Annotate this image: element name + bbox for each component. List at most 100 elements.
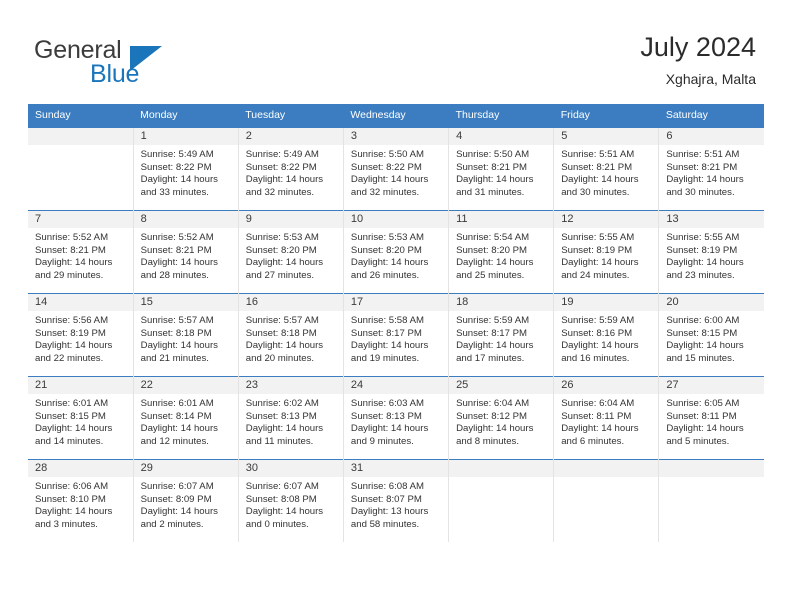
sunset-text: Sunset: 8:18 PM	[140, 327, 212, 339]
calendar-day-cell[interactable]: 25 Sunrise: 6:04 AM Sunset: 8:12 PM Dayligh…	[448, 376, 554, 460]
day-cell-inner: 24 Sunrise: 6:03 AM Sunset: 8:13 PM Dayligh…	[343, 377, 449, 459]
daylight-text-line1: Daylight: 14 hours	[140, 257, 218, 269]
day-number: 31	[343, 460, 449, 477]
day-cell-inner: 6 Sunrise: 5:51 AM Sunset: 8:21 PM Daylight…	[659, 128, 764, 210]
sunset-text: Sunset: 8:09 PM	[140, 493, 212, 505]
daylight-text-line1: Daylight: 14 hours	[245, 174, 324, 186]
calendar-day-cell[interactable]: 17 Sunrise: 5:58 AM Sunset: 8:17 PM Dayligh…	[342, 293, 449, 377]
calendar-day-cell[interactable]: 16 Sunrise: 5:57 AM Sunset: 8:18 PM Dayligh…	[237, 293, 344, 377]
sunrise-text: Sunrise: 5:52 AM	[140, 232, 214, 243]
weekday-header-saturday: Saturday	[658, 104, 764, 128]
day-details: Sunrise: 6:06 AM Sunset: 8:10 PM Daylight:…	[28, 477, 133, 531]
daylight-text-line2: and 24 minutes.	[561, 269, 630, 281]
day-cell-inner	[449, 460, 554, 542]
sunset-text: Sunset: 8:11 PM	[561, 410, 632, 422]
day-details: Sunrise: 5:49 AM Sunset: 8:22 PM Daylight:…	[134, 145, 238, 199]
calendar-day-cell[interactable]: 14 Sunrise: 5:56 AM Sunset: 8:19 PM Dayligh…	[28, 293, 134, 377]
daylight-text-line1: Daylight: 14 hours	[35, 340, 113, 352]
calendar-day-cell[interactable]: 27 Sunrise: 6:05 AM Sunset: 8:11 PM Dayligh…	[658, 376, 764, 460]
day-cell-inner: 1 Sunrise: 5:49 AM Sunset: 8:22 PM Daylight…	[133, 128, 238, 210]
calendar-day-cell[interactable]: 30 Sunrise: 6:07 AM Sunset: 8:08 PM Dayligh…	[237, 459, 344, 542]
calendar-day-cell[interactable]: 19 Sunrise: 5:59 AM Sunset: 8:16 PM Dayligh…	[553, 293, 659, 377]
day-number: 3	[343, 128, 449, 145]
day-cell-inner: 16 Sunrise: 5:57 AM Sunset: 8:18 PM Dayligh…	[238, 294, 343, 376]
calendar-day-cell[interactable]: 15 Sunrise: 5:57 AM Sunset: 8:18 PM Dayligh…	[132, 293, 239, 377]
calendar-day-cell[interactable]: 26 Sunrise: 6:04 AM Sunset: 8:11 PM Dayligh…	[553, 376, 659, 460]
day-number: 11	[449, 211, 554, 228]
calendar-day-cell[interactable]: 20 Sunrise: 6:00 AM Sunset: 8:15 PM Dayligh…	[658, 293, 764, 377]
calendar-day-cell[interactable]: 3 Sunrise: 5:50 AM Sunset: 8:22 PM Daylight…	[342, 127, 449, 211]
daylight-text-line2: and 3 minutes.	[35, 518, 98, 530]
day-number: 4	[449, 128, 554, 145]
calendar-day-cell[interactable]: 1 Sunrise: 5:49 AM Sunset: 8:22 PM Daylight…	[132, 127, 239, 211]
day-details: Sunrise: 5:52 AM Sunset: 8:21 PM Daylight:…	[28, 228, 133, 282]
calendar-day-cell[interactable]: 31 Sunrise: 6:08 AM Sunset: 8:07 PM Dayligh…	[342, 459, 449, 542]
calendar-day-cell[interactable]: 10 Sunrise: 5:53 AM Sunset: 8:20 PM Dayligh…	[342, 210, 449, 294]
calendar-day-cell[interactable]: 29 Sunrise: 6:07 AM Sunset: 8:09 PM Dayligh…	[132, 459, 239, 542]
day-cell-inner: 3 Sunrise: 5:50 AM Sunset: 8:22 PM Daylight…	[343, 128, 449, 210]
calendar-day-cell[interactable]: 9 Sunrise: 5:53 AM Sunset: 8:20 PM Daylight…	[237, 210, 344, 294]
sunrise-text: Sunrise: 6:01 AM	[35, 398, 109, 409]
sunrise-text: Sunrise: 5:51 AM	[561, 149, 635, 160]
day-cell-inner: 20 Sunrise: 6:00 AM Sunset: 8:15 PM Dayligh…	[659, 294, 764, 376]
calendar-day-cell[interactable]: 5 Sunrise: 5:51 AM Sunset: 8:21 PM Daylight…	[553, 127, 659, 211]
calendar-day-cell-empty	[553, 459, 659, 542]
sunset-text: Sunset: 8:19 PM	[666, 244, 738, 256]
sunset-text: Sunset: 8:16 PM	[561, 327, 633, 339]
calendar-day-cell[interactable]: 6 Sunrise: 5:51 AM Sunset: 8:21 PM Daylight…	[658, 127, 764, 211]
day-number: 18	[449, 294, 554, 311]
calendar-day-cell[interactable]: 8 Sunrise: 5:52 AM Sunset: 8:21 PM Daylight…	[132, 210, 239, 294]
calendar-day-cell[interactable]: 24 Sunrise: 6:03 AM Sunset: 8:13 PM Dayligh…	[342, 376, 449, 460]
calendar-header-row: Sunday Monday Tuesday Wednesday Thursday…	[28, 104, 764, 128]
daylight-text-line2: and 25 minutes.	[456, 269, 525, 281]
daylight-text-line2: and 29 minutes.	[35, 269, 104, 281]
calendar-day-cell[interactable]: 18 Sunrise: 5:59 AM Sunset: 8:17 PM Dayligh…	[448, 293, 554, 377]
daylight-text-line2: and 2 minutes.	[140, 518, 204, 530]
daylight-text-line2: and 58 minutes.	[350, 518, 420, 530]
weekday-header-monday: Monday	[133, 104, 239, 128]
day-details: Sunrise: 5:57 AM Sunset: 8:18 PM Daylight:…	[134, 311, 238, 365]
day-number: 2	[238, 128, 343, 145]
day-cell-inner	[659, 460, 764, 542]
calendar-day-cell[interactable]: 2 Sunrise: 5:49 AM Sunset: 8:22 PM Daylight…	[237, 127, 344, 211]
sunset-text: Sunset: 8:17 PM	[456, 327, 527, 339]
day-number	[554, 460, 659, 477]
sunrise-text: Sunrise: 5:49 AM	[245, 149, 319, 160]
daylight-text-line1: Daylight: 14 hours	[140, 423, 218, 435]
day-number: 24	[343, 377, 449, 394]
day-number: 13	[659, 211, 764, 228]
day-cell-inner: 27 Sunrise: 6:05 AM Sunset: 8:11 PM Dayligh…	[659, 377, 764, 459]
calendar-day-cell[interactable]: 21 Sunrise: 6:01 AM Sunset: 8:15 PM Dayligh…	[28, 376, 134, 460]
calendar-week-row: 21 Sunrise: 6:01 AM Sunset: 8:15 PM Dayligh…	[28, 376, 764, 460]
weekday-header-thursday: Thursday	[448, 104, 554, 128]
sunrise-text: Sunrise: 6:04 AM	[561, 398, 635, 409]
daylight-text-line2: and 0 minutes.	[245, 518, 309, 530]
sunset-text: Sunset: 8:15 PM	[35, 410, 106, 422]
daylight-text-line1: Daylight: 14 hours	[140, 506, 218, 518]
day-details: Sunrise: 5:55 AM Sunset: 8:19 PM Daylight:…	[554, 228, 658, 282]
calendar-day-cell[interactable]: 11 Sunrise: 5:54 AM Sunset: 8:20 PM Dayligh…	[448, 210, 554, 294]
sunset-text: Sunset: 8:19 PM	[35, 327, 106, 339]
day-details: Sunrise: 5:50 AM Sunset: 8:22 PM Daylight:…	[344, 145, 448, 199]
logo-text-blue: Blue	[90, 60, 140, 88]
calendar-day-cell[interactable]: 28 Sunrise: 6:06 AM Sunset: 8:10 PM Dayligh…	[28, 459, 134, 542]
calendar-day-cell[interactable]: 12 Sunrise: 5:55 AM Sunset: 8:19 PM Dayligh…	[553, 210, 659, 294]
sunrise-text: Sunrise: 6:01 AM	[140, 398, 214, 409]
sunset-text: Sunset: 8:20 PM	[350, 244, 422, 256]
daylight-text-line2: and 21 minutes.	[140, 352, 209, 364]
sunset-text: Sunset: 8:22 PM	[350, 161, 422, 173]
day-cell-inner: 23 Sunrise: 6:02 AM Sunset: 8:13 PM Dayligh…	[238, 377, 343, 459]
calendar-table: Sunday Monday Tuesday Wednesday Thursday…	[28, 104, 764, 542]
calendar-day-cell[interactable]: 7 Sunrise: 5:52 AM Sunset: 8:21 PM Daylight…	[28, 210, 134, 294]
calendar-day-cell[interactable]: 13 Sunrise: 5:55 AM Sunset: 8:19 PM Dayligh…	[658, 210, 764, 294]
day-details: Sunrise: 6:02 AM Sunset: 8:13 PM Daylight:…	[239, 394, 343, 448]
calendar-day-cell[interactable]: 4 Sunrise: 5:50 AM Sunset: 8:21 PM Daylight…	[448, 127, 554, 211]
calendar-day-cell[interactable]: 23 Sunrise: 6:02 AM Sunset: 8:13 PM Dayligh…	[237, 376, 344, 460]
daylight-text-line1: Daylight: 14 hours	[456, 423, 534, 435]
sunrise-text: Sunrise: 6:08 AM	[350, 481, 424, 492]
day-number: 14	[28, 294, 133, 311]
day-details: Sunrise: 5:56 AM Sunset: 8:19 PM Daylight:…	[28, 311, 133, 365]
sunrise-text: Sunrise: 6:03 AM	[350, 398, 424, 409]
sunrise-text: Sunrise: 6:07 AM	[140, 481, 214, 492]
calendar-day-cell[interactable]: 22 Sunrise: 6:01 AM Sunset: 8:14 PM Dayligh…	[132, 376, 239, 460]
